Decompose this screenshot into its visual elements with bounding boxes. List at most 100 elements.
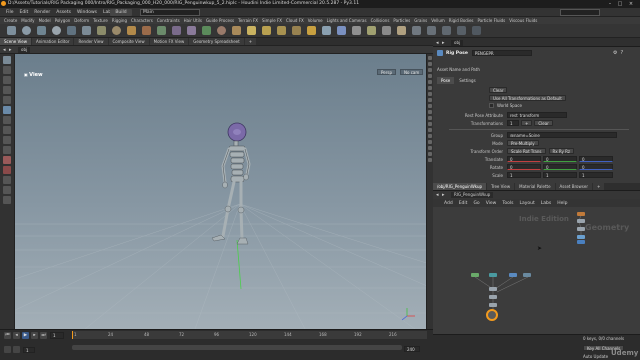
tab-pose[interactable]: Pose — [437, 77, 455, 84]
close-icon[interactable]: × — [627, 1, 635, 7]
shelf-tab[interactable]: Create — [4, 18, 17, 23]
shelf-tab[interactable]: Volume — [308, 18, 323, 23]
node[interactable] — [471, 273, 479, 277]
back-arrow-icon[interactable]: ◂ — [436, 192, 439, 198]
scale-x-field[interactable]: 1 — [507, 172, 541, 178]
net-menu-view[interactable]: View — [486, 201, 497, 206]
shelf-tab[interactable]: Simple FX — [262, 18, 282, 23]
line-tool-icon[interactable] — [97, 26, 106, 35]
shelf-tab[interactable]: Modify — [21, 18, 34, 23]
shelf-tab[interactable]: Constraints — [157, 18, 180, 23]
step-back-icon[interactable]: ◂ — [13, 332, 20, 339]
forward-arrow-icon[interactable]: ▸ — [442, 40, 445, 46]
vr-camera-tool-icon[interactable] — [427, 26, 436, 35]
skeleton-character[interactable] — [211, 122, 251, 290]
display-option-icon[interactable] — [428, 68, 432, 72]
distant-light-tool-icon[interactable] — [307, 26, 316, 35]
node[interactable] — [489, 303, 497, 307]
move-tool-icon[interactable] — [3, 66, 11, 74]
add-tab-icon[interactable]: + — [592, 183, 605, 190]
sky-light-tool-icon[interactable] — [337, 26, 346, 35]
transform-order-select[interactable]: Scale Rot Trans — [507, 148, 546, 154]
net-menu-add[interactable]: Add — [444, 201, 453, 206]
jump-end-icon[interactable]: ⏭ — [40, 332, 47, 339]
node[interactable] — [577, 240, 585, 244]
help-icon[interactable]: ? — [620, 50, 623, 56]
node[interactable] — [523, 273, 531, 277]
playback-option-icon[interactable] — [4, 346, 11, 353]
clear-button[interactable]: Clear — [489, 87, 508, 93]
scale-y-field[interactable]: 1 — [543, 172, 577, 178]
node[interactable] — [577, 219, 585, 223]
box-tool-icon[interactable] — [7, 26, 16, 35]
shelf-tab[interactable]: Particle Fluids — [478, 18, 506, 23]
end-frame-field[interactable]: 240 — [404, 346, 420, 352]
tab-settings[interactable]: Settings — [455, 77, 480, 84]
tab-motion-fx-view[interactable]: Motion FX View — [149, 38, 189, 45]
tube-tool-icon[interactable] — [37, 26, 46, 35]
net-menu-tools[interactable]: Tools — [502, 201, 513, 206]
use-all-transformations-button[interactable]: Use All Transformations as Default — [489, 95, 566, 101]
tab-scene-view[interactable]: Scene View — [0, 38, 31, 45]
camera-select-button[interactable]: No cam — [400, 69, 424, 75]
add-tab-icon[interactable]: + — [244, 38, 257, 45]
display-option-icon[interactable] — [428, 56, 432, 60]
stereo-camera-tool-icon[interactable] — [457, 26, 466, 35]
forward-arrow-icon[interactable]: ▸ — [442, 192, 445, 198]
shelf-tab[interactable]: Polygon — [55, 18, 71, 23]
tab-asset-browser[interactable]: Asset Browser — [555, 183, 592, 190]
switcher-tool-icon[interactable] — [442, 26, 451, 35]
shelf-tab[interactable]: Characters — [131, 18, 153, 23]
display-option-icon[interactable] — [428, 116, 432, 120]
display-option-icon[interactable] — [428, 128, 432, 132]
rotate-z-field[interactable]: 0 — [579, 164, 613, 170]
network-editor[interactable]: Indie Edition Geometry ➤ — [433, 207, 640, 334]
rotate-order-select[interactable]: Rx Ry Rz — [548, 148, 574, 154]
display-option-icon[interactable] — [428, 92, 432, 96]
shelf-tab[interactable]: Rigid Bodies — [449, 18, 474, 23]
geometry-light-tool-icon[interactable] — [277, 26, 286, 35]
ambient-light-tool-icon[interactable] — [397, 26, 406, 35]
shelf-tab[interactable]: Vellum — [431, 18, 445, 23]
portal-light-tool-icon[interactable] — [382, 26, 391, 35]
playhead[interactable] — [72, 331, 73, 339]
mode-select[interactable]: Pre-Multiply — [507, 140, 539, 146]
display-option-icon[interactable] — [428, 80, 432, 84]
display-option-icon[interactable] — [428, 62, 432, 66]
back-arrow-icon[interactable]: ◂ — [436, 40, 439, 46]
link-tool-icon[interactable] — [3, 196, 11, 204]
shelf-tab[interactable]: Guide Process — [206, 18, 234, 23]
path-tool-icon[interactable] — [157, 26, 166, 35]
camera-tool-icon[interactable] — [412, 26, 421, 35]
draw-curve-tool-icon[interactable] — [142, 26, 151, 35]
frame-range-slider[interactable] — [72, 345, 402, 350]
add-transform-icon[interactable]: + — [521, 120, 533, 126]
area-light-tool-icon[interactable] — [262, 26, 271, 35]
menu-file[interactable]: File — [6, 10, 14, 15]
auto-update-select[interactable]: Auto Update — [583, 354, 608, 359]
scene-viewport[interactable] — [15, 54, 426, 329]
playback-option-icon[interactable] — [13, 346, 20, 353]
rest-pose-attr-field[interactable]: rest_transform — [507, 112, 567, 118]
shelf-tab[interactable]: Cloud FX — [286, 18, 304, 23]
net-menu-help[interactable]: Help — [557, 201, 567, 206]
display-option-icon[interactable] — [428, 146, 432, 150]
gamepad-camera-tool-icon[interactable] — [472, 26, 481, 35]
rotate-y-field[interactable]: 0 — [543, 164, 577, 170]
spray-paint-tool-icon[interactable] — [172, 26, 181, 35]
shelf-tab[interactable]: Deform — [74, 18, 89, 23]
gear-icon[interactable]: ⚙ — [613, 50, 617, 56]
l-system-tool-icon[interactable] — [202, 26, 211, 35]
world-space-checkbox[interactable] — [489, 103, 494, 108]
step-forward-icon[interactable]: ▸ — [31, 332, 38, 339]
edit-tool-icon[interactable] — [3, 146, 11, 154]
display-option-icon[interactable] — [428, 86, 432, 90]
tab-tree-view[interactable]: Tree View — [487, 183, 515, 190]
asset-name-label[interactable]: Asset Name and Path — [437, 67, 480, 72]
display-option-icon[interactable] — [428, 98, 432, 102]
node[interactable] — [489, 273, 497, 277]
display-option-icon[interactable] — [428, 110, 432, 114]
build-desktop-button[interactable]: Build — [110, 9, 132, 16]
display-option-icon[interactable] — [428, 140, 432, 144]
back-arrow-icon[interactable]: ◂ — [3, 47, 6, 53]
